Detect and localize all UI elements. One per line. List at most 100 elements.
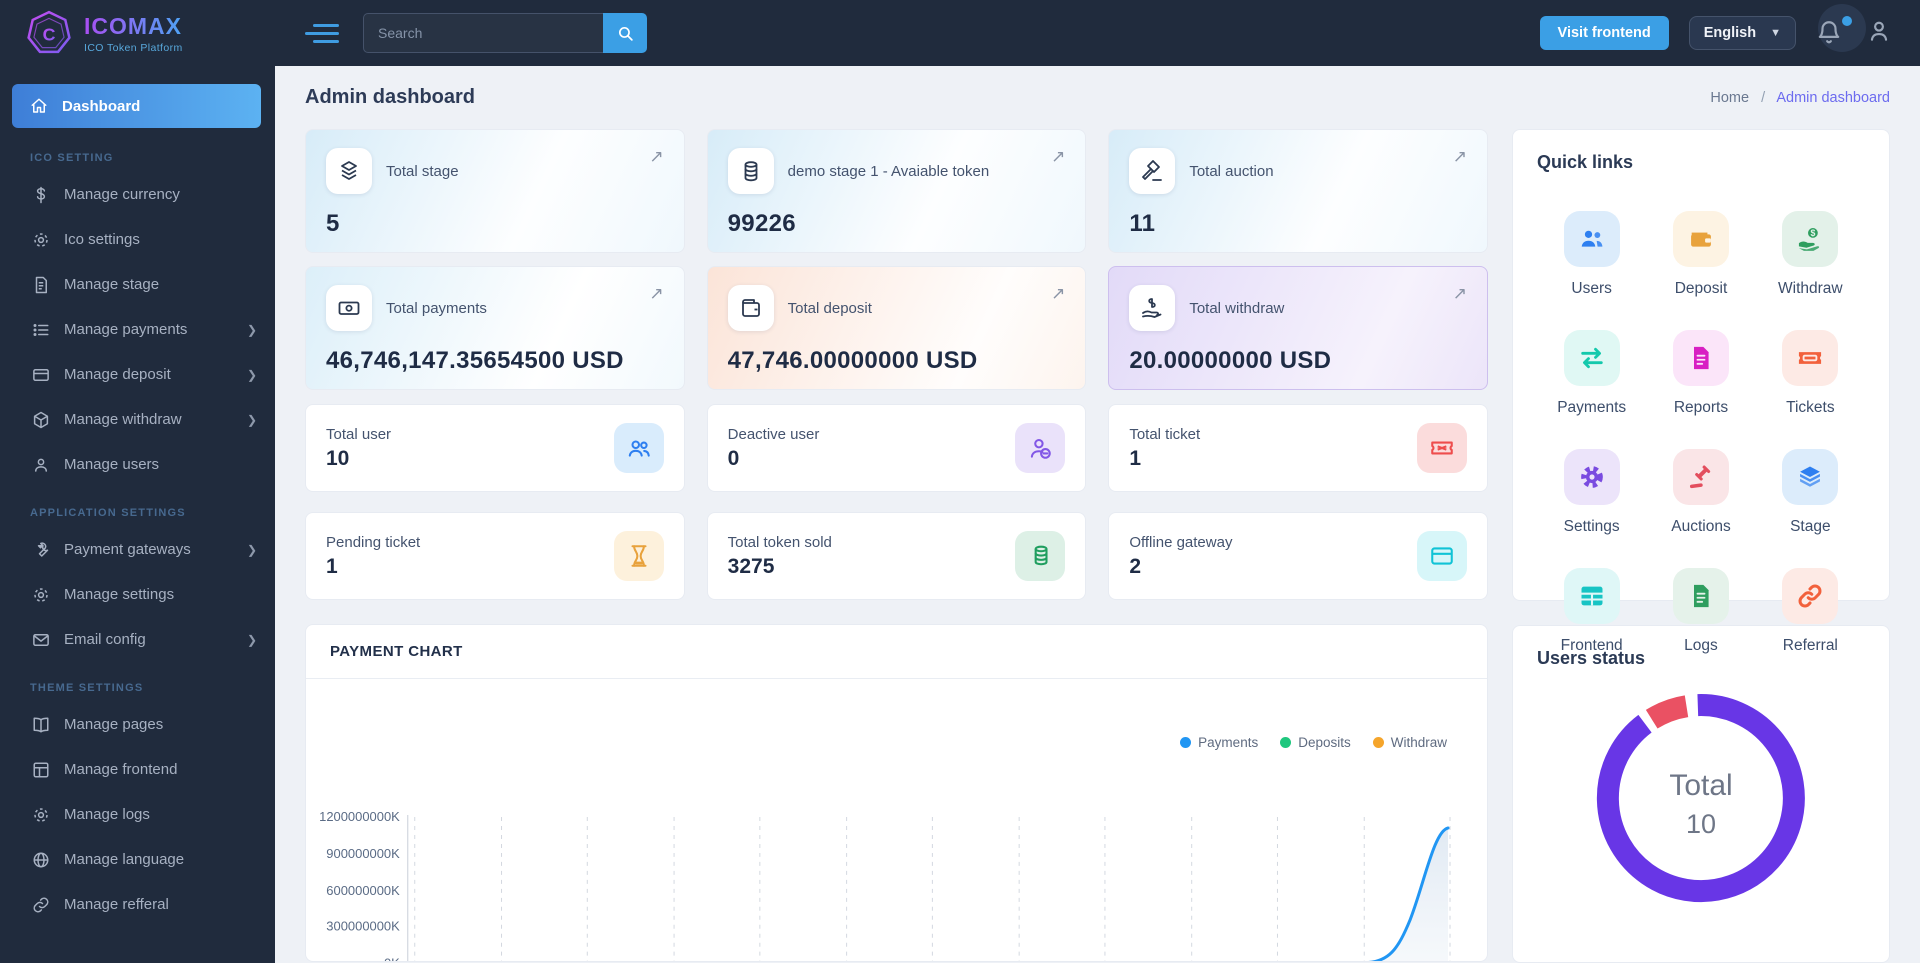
chevron-right-icon: ❯ — [246, 322, 257, 337]
sidebar-item-email-config[interactable]: Email config ❯ — [0, 617, 275, 662]
sidebar-item-manage-frontend[interactable]: Manage frontend — [0, 747, 275, 792]
stat-value: 5 — [326, 210, 340, 237]
quick-link-referral[interactable]: Referral — [1756, 568, 1865, 655]
quick-link-withdraw[interactable]: $ Withdraw — [1756, 211, 1865, 298]
language-selected-value: English — [1703, 25, 1757, 41]
quick-link-label: Auctions — [1671, 518, 1731, 535]
gear-icon — [34, 807, 48, 822]
svg-text:900000000K: 900000000K — [326, 846, 400, 861]
stat-label: Total deposit — [787, 299, 872, 317]
stat-value: 46,746,147.35654500 USD — [326, 347, 624, 374]
stat-label: Total ticket — [1129, 425, 1201, 443]
open-link-arrow-icon[interactable]: ↗ — [1453, 285, 1467, 302]
topbar: Visit frontend English ▼ — [275, 0, 1920, 66]
hourglass-icon — [613, 531, 664, 581]
payment-line-chart: 1200000000K 900000000K 600000000K 300000… — [319, 809, 1451, 961]
stat-card-total-auction: Total auction ↗ 11 — [1108, 129, 1488, 253]
brand-logo[interactable]: C ICOMAX ICO Token Platform — [0, 0, 275, 66]
quick-link-label: Payments — [1557, 399, 1627, 416]
open-link-arrow-icon[interactable]: ↗ — [649, 148, 663, 165]
table-icon — [1563, 568, 1620, 624]
globe-icon — [33, 852, 49, 867]
open-link-arrow-icon[interactable]: ↗ — [1453, 148, 1467, 165]
sidebar-item-manage-language[interactable]: Manage language — [0, 837, 275, 882]
stat-card-total-payments: Total payments ↗ 46,746,147.35654500 USD — [305, 266, 685, 390]
quick-link-deposit[interactable]: Deposit — [1646, 211, 1755, 298]
gear-icon — [1563, 449, 1620, 505]
sidebar-item-label: Email config — [64, 631, 146, 648]
layout-icon — [33, 762, 49, 777]
sidebar-item-label: Payment gateways — [64, 541, 191, 558]
notifications-button[interactable] — [1816, 4, 1866, 52]
quick-links-title: Quick links — [1537, 152, 1634, 172]
sidebar-item-payment-gateways[interactable]: Payment gateways ❯ — [0, 527, 275, 572]
open-link-arrow-icon[interactable]: ↗ — [649, 285, 663, 302]
legend-label: Withdraw — [1390, 735, 1447, 750]
quick-link-frontend[interactable]: Frontend — [1537, 568, 1646, 655]
sidebar-item-manage-payments[interactable]: Manage payments ❯ — [0, 307, 275, 352]
wallet-icon — [1672, 211, 1729, 267]
legend-item-payments[interactable]: Payments — [1180, 735, 1258, 750]
quick-link-payments[interactable]: Payments — [1537, 330, 1646, 417]
sidebar-item-manage-withdraw[interactable]: Manage withdraw ❯ — [0, 397, 275, 442]
sidebar-item-manage-settings[interactable]: Manage settings — [0, 572, 275, 617]
quick-link-label: Settings — [1563, 518, 1620, 535]
sidebar-nav: Dashboard ICO SETTING Manage currency Ic… — [0, 66, 275, 927]
stat-label: Total token sold — [727, 533, 832, 551]
breadcrumb: Home / Admin dashboard — [1710, 90, 1890, 106]
legend-label: Payments — [1198, 735, 1259, 750]
search-box — [363, 13, 647, 53]
stat-card-total-token-sold: Total token sold 3275 — [706, 512, 1087, 600]
sidebar-section-ico-setting: ICO SETTING — [30, 152, 114, 164]
sidebar-item-manage-currency[interactable]: Manage currency — [0, 172, 275, 217]
breadcrumb-home-link[interactable]: Home — [1710, 90, 1749, 106]
chevron-down-icon: ▼ — [1770, 27, 1781, 39]
sidebar-item-manage-stage[interactable]: Manage stage — [0, 262, 275, 307]
sidebar-item-manage-refferal[interactable]: Manage refferal — [0, 882, 275, 927]
gear-icon — [34, 587, 48, 602]
stat-label: Total auction — [1189, 162, 1274, 180]
stat-label: Deactive user — [727, 425, 820, 443]
quick-link-users[interactable]: Users — [1537, 211, 1646, 298]
quick-link-auctions[interactable]: Auctions — [1646, 449, 1755, 536]
sidebar-item-manage-pages[interactable]: Manage pages — [0, 702, 275, 747]
stat-label: Offline gateway — [1129, 533, 1233, 551]
quick-link-settings[interactable]: Settings — [1537, 449, 1646, 536]
book-icon — [33, 717, 49, 732]
users-status-panel: Users status Total 10 — [1512, 625, 1890, 963]
quick-link-tickets[interactable]: Tickets — [1756, 330, 1865, 417]
legend-item-withdraw[interactable]: Withdraw — [1372, 735, 1447, 750]
quick-link-logs[interactable]: Logs — [1646, 568, 1755, 655]
stat-value: 3275 — [727, 554, 775, 578]
stat-label: Total payments — [386, 299, 487, 317]
quick-link-label: Tickets — [1786, 399, 1835, 416]
profile-button[interactable] — [1866, 17, 1892, 50]
sidebar-item-ico-settings[interactable]: Ico settings — [0, 217, 275, 262]
quick-link-reports[interactable]: Reports — [1646, 330, 1755, 417]
sidebar-item-manage-logs[interactable]: Manage logs — [0, 792, 275, 837]
legend-item-deposits[interactable]: Deposits — [1280, 735, 1351, 750]
svg-text:300000000K: 300000000K — [326, 919, 400, 934]
sidebar-item-label: Manage withdraw — [64, 411, 182, 428]
bell-icon — [1818, 21, 1840, 44]
open-link-arrow-icon[interactable]: ↗ — [1051, 285, 1065, 302]
quick-link-label: Deposit — [1674, 280, 1728, 297]
sidebar-item-manage-deposit[interactable]: Manage deposit ❯ — [0, 352, 275, 397]
stat-label: Total withdraw — [1189, 299, 1285, 317]
credit-card-icon — [33, 368, 49, 381]
sidebar-item-manage-users[interactable]: Manage users — [0, 442, 275, 487]
gavel-icon — [1672, 449, 1729, 505]
visit-frontend-button[interactable]: Visit frontend — [1539, 16, 1669, 50]
main-content: Admin dashboard Home / Admin dashboard T… — [275, 66, 1920, 963]
hamburger-menu-icon[interactable] — [305, 19, 339, 48]
sidebar-item-dashboard[interactable]: Dashboard — [12, 84, 261, 128]
search-button[interactable] — [603, 13, 647, 53]
stat-value: 1 — [326, 554, 338, 578]
language-select[interactable]: English ▼ — [1688, 16, 1796, 50]
quick-link-stage[interactable]: Stage — [1756, 449, 1865, 536]
quick-link-label: Logs — [1684, 637, 1718, 654]
search-input[interactable] — [363, 13, 603, 53]
open-link-arrow-icon[interactable]: ↗ — [1051, 148, 1065, 165]
chevron-right-icon: ❯ — [246, 542, 257, 557]
package-icon — [33, 411, 49, 428]
